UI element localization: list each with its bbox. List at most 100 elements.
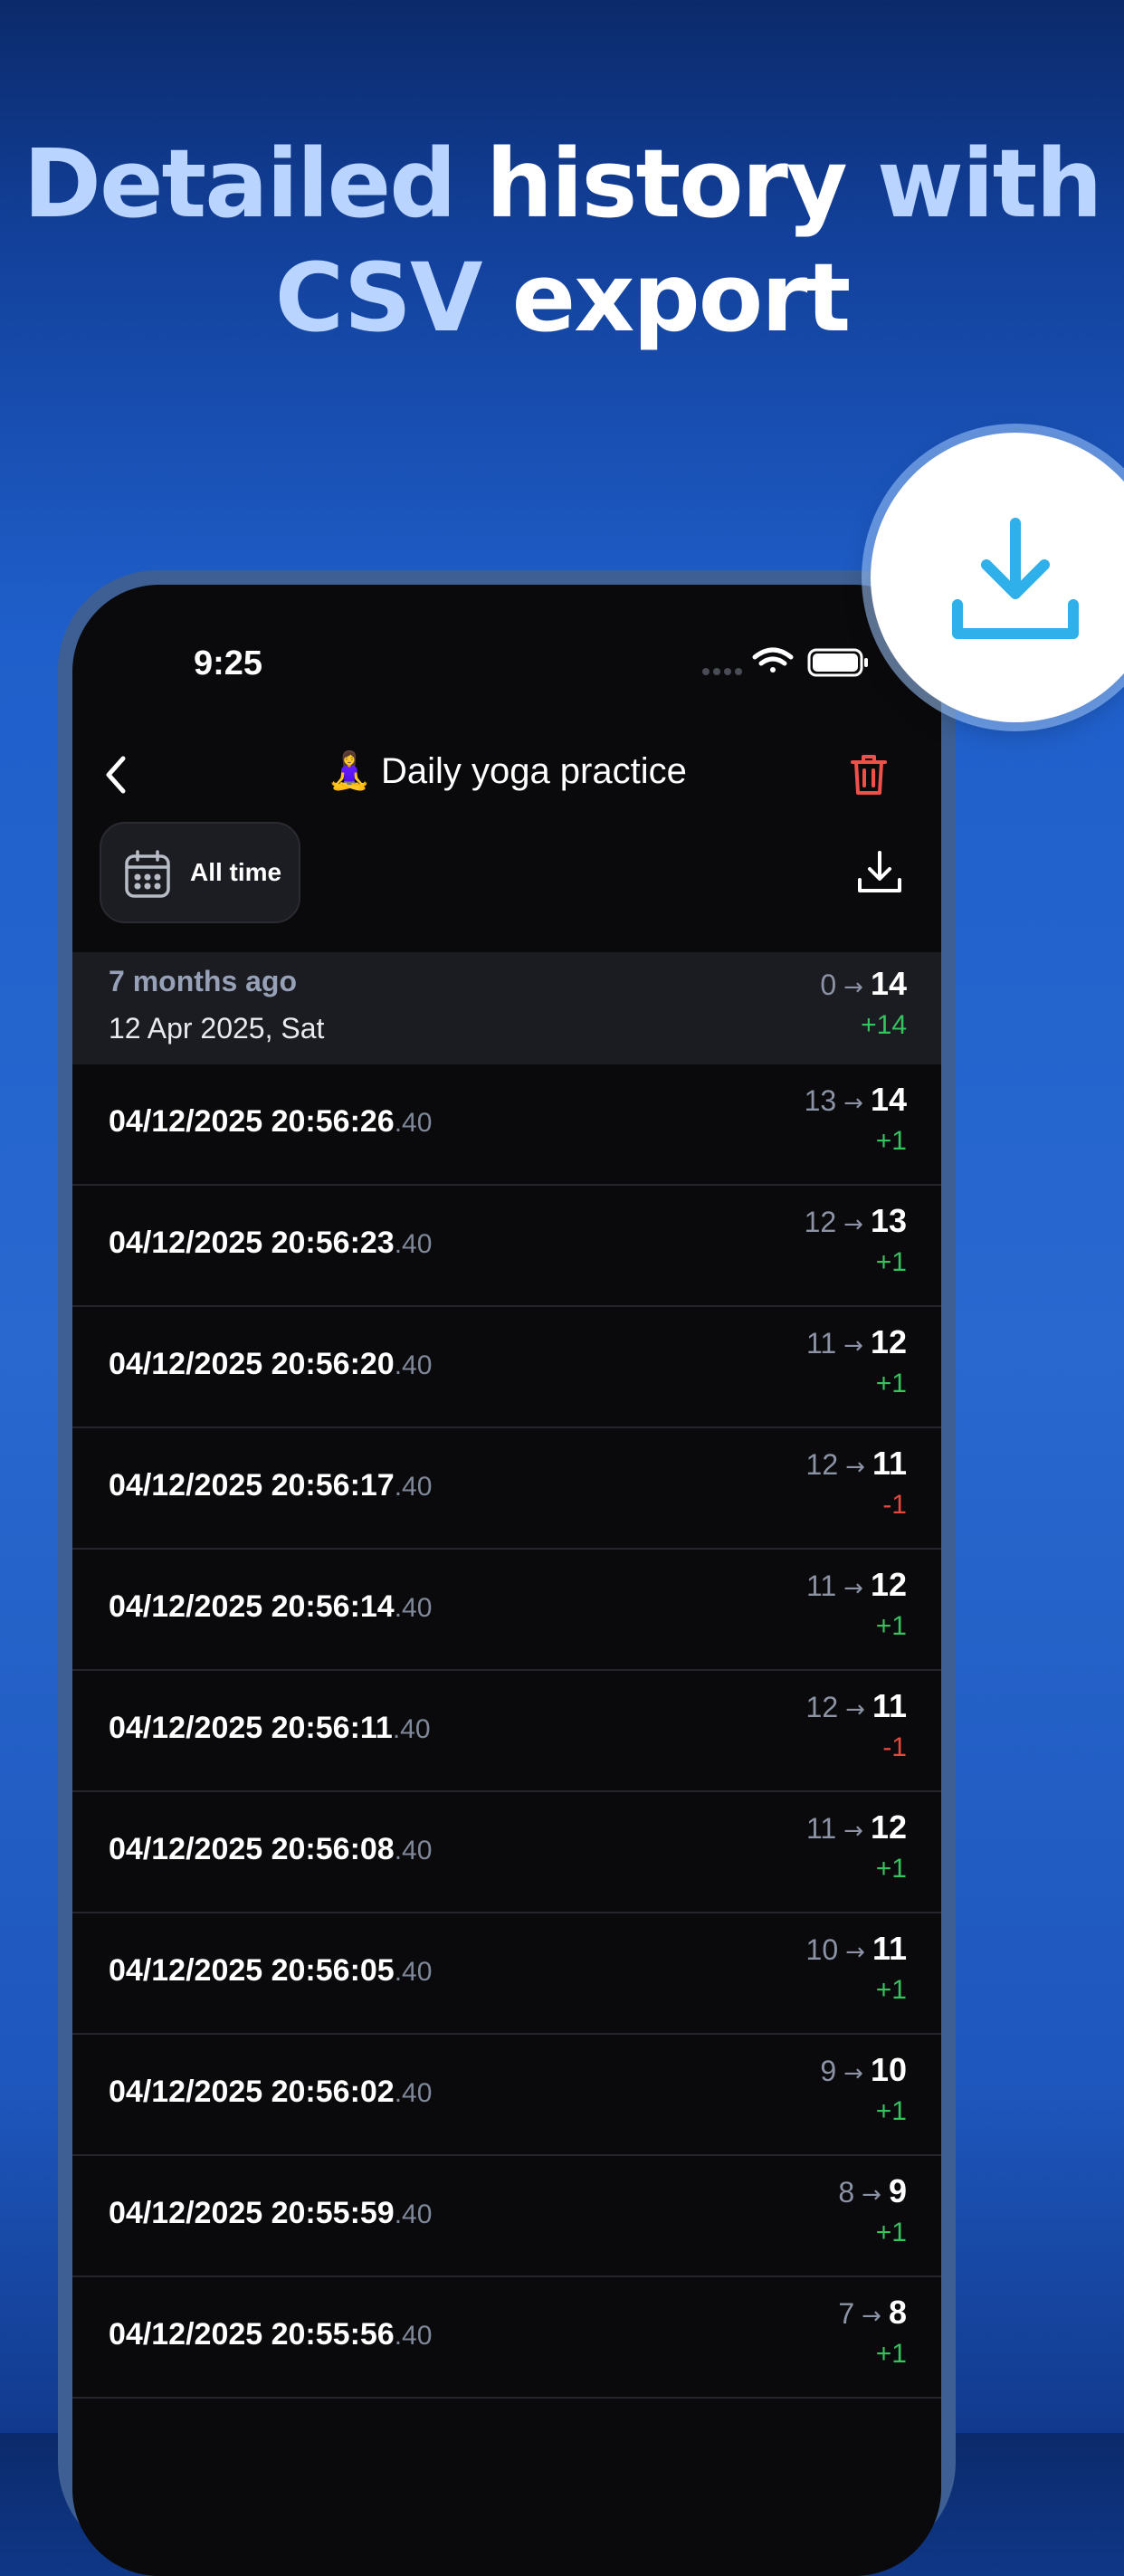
headline-text: Detailed — [23, 129, 486, 239]
delta-value: +1 — [875, 2096, 907, 2126]
export-csv-button[interactable] — [853, 845, 907, 900]
headline-line-2: CSV export — [0, 241, 1124, 355]
marketing-headline: Detailed history with CSV export — [0, 127, 1124, 355]
headline-text: export — [481, 243, 852, 353]
from-value: 10 — [805, 1933, 839, 1966]
timestamp-fraction: .40 — [394, 2321, 433, 2351]
delta-value: +1 — [875, 1247, 907, 1277]
app-screen: 9:25 🧘‍♀️Daily yoga — [72, 585, 941, 2576]
entry-change: 9 → 10 +1 — [820, 2051, 907, 2127]
entry-timestamp: 04/12/2025 20:56:20.40 — [109, 1347, 432, 1382]
entry-change: 11 → 12 +1 — [806, 1566, 907, 1642]
entry-timestamp: 04/12/2025 20:56:11.40 — [109, 1711, 431, 1746]
timestamp-main: 04/12/2025 20:56:05 — [109, 1953, 395, 1988]
history-row[interactable]: 04/12/2025 20:55:59.40 8 → 9 +1 — [72, 2156, 941, 2277]
entry-change: 12 → 11 -1 — [806, 1687, 907, 1763]
date-range-button[interactable]: All time — [100, 822, 300, 923]
to-value: 8 — [888, 2294, 907, 2331]
to-value: 11 — [872, 1930, 907, 1967]
from-value: 11 — [805, 1327, 837, 1360]
history-row[interactable]: 04/12/2025 20:56:20.40 11 → 12 +1 — [72, 1307, 941, 1428]
entry-change: 8 → 9 +1 — [838, 2172, 907, 2248]
delta-value: -1 — [882, 1732, 907, 1762]
history-row[interactable]: 04/12/2025 20:56:14.40 11 → 12 +1 — [72, 1550, 941, 1671]
history-row[interactable]: 04/12/2025 20:56:02.40 9 → 10 +1 — [72, 2035, 941, 2156]
entry-change: 12 → 11 -1 — [806, 1445, 907, 1521]
from-value: 13 — [804, 1084, 837, 1117]
to-value: 14 — [870, 1081, 907, 1118]
delta-value: +1 — [875, 1126, 907, 1156]
date-range-label: All time — [190, 858, 282, 886]
entry-timestamp: 04/12/2025 20:55:59.40 — [109, 2196, 432, 2231]
history-row[interactable]: 04/12/2025 20:56:08.40 11 → 12 +1 — [72, 1792, 941, 1913]
delete-button[interactable] — [842, 748, 896, 802]
from-value: 8 — [838, 2176, 855, 2209]
timestamp-fraction: .40 — [394, 1836, 433, 1865]
group-date: 12 Apr 2025, Sat — [109, 1012, 325, 1045]
entry-timestamp: 04/12/2025 20:56:02.40 — [109, 2075, 432, 2110]
history-group-header: 7 months ago 12 Apr 2025, Sat 0 → 14 +14 — [72, 952, 941, 1064]
from-value: 12 — [804, 1206, 837, 1238]
habit-emoji: 🧘‍♀️ — [327, 751, 372, 791]
timestamp-main: 04/12/2025 20:56:26 — [109, 1104, 395, 1139]
arrow-right-icon: → — [843, 1818, 863, 1845]
to-value: 14 — [870, 965, 907, 1002]
status-time: 9:25 — [194, 644, 263, 682]
download-icon — [858, 851, 901, 892]
from-value: 7 — [838, 2297, 855, 2330]
page-title: 🧘‍♀️ Daily yoga practice — [72, 749, 941, 792]
arrow-right-icon: → — [862, 2181, 881, 2209]
history-list: 04/12/2025 20:56:26.40 13 → 14 +1 04/12/2025 … — [72, 1064, 941, 2399]
delta-value: +1 — [875, 1369, 907, 1398]
delta-value: +14 — [861, 1010, 907, 1040]
delta-value: +1 — [875, 1611, 907, 1641]
entry-change: 12 → 13 +1 — [805, 1202, 907, 1278]
delta-value: -1 — [882, 1490, 907, 1520]
to-value: 9 — [888, 2172, 907, 2209]
to-value: 12 — [870, 1808, 907, 1846]
arrow-right-icon: → — [845, 1696, 865, 1723]
history-row[interactable]: 04/12/2025 20:56:23.40 12 → 13 +1 — [72, 1186, 941, 1307]
history-row[interactable]: 04/12/2025 20:56:11.40 12 → 11 -1 — [72, 1671, 941, 1792]
entry-change: 11 → 12 +1 — [806, 1323, 907, 1399]
from-value: 11 — [805, 1812, 837, 1845]
timestamp-fraction: .40 — [394, 1593, 433, 1623]
timestamp-main: 04/12/2025 20:55:56 — [109, 2317, 395, 2352]
page-title-text: Daily yoga practice — [380, 751, 687, 791]
timestamp-main: 04/12/2025 20:56:11 — [109, 1711, 393, 1745]
battery-icon — [807, 648, 868, 677]
history-row[interactable]: 04/12/2025 20:56:26.40 13 → 14 +1 — [72, 1064, 941, 1186]
entry-timestamp: 04/12/2025 20:56:26.40 — [109, 1104, 432, 1140]
delta-value: +1 — [875, 1975, 907, 2005]
headline-line-1: Detailed history with — [0, 127, 1124, 241]
arrow-right-icon: → — [845, 1454, 865, 1481]
timestamp-fraction: .40 — [394, 1957, 433, 1987]
arrow-right-icon: → — [843, 974, 863, 1001]
delta-value: +1 — [875, 2218, 907, 2247]
delta-value: +1 — [875, 1854, 907, 1884]
signal-icon — [702, 668, 742, 675]
arrow-right-icon: → — [843, 1090, 863, 1117]
entry-change: 10 → 11 +1 — [806, 1930, 907, 2006]
timestamp-fraction: .40 — [394, 1350, 433, 1380]
timestamp-fraction: .40 — [394, 1229, 433, 1259]
to-value: 10 — [870, 2051, 907, 2088]
trash-icon — [851, 755, 887, 795]
timestamp-fraction: .40 — [394, 1108, 433, 1138]
entry-timestamp: 04/12/2025 20:56:05.40 — [109, 1953, 432, 1989]
from-value: 11 — [805, 1569, 837, 1602]
history-row[interactable]: 04/12/2025 20:56:05.40 10 → 11 +1 — [72, 1913, 941, 2035]
to-value: 11 — [872, 1445, 907, 1482]
timestamp-main: 04/12/2025 20:56:14 — [109, 1589, 395, 1624]
download-icon — [952, 518, 1079, 639]
history-row[interactable]: 04/12/2025 20:55:56.40 7 → 8 +1 — [72, 2277, 941, 2399]
from-value: 12 — [805, 1691, 839, 1723]
arrow-right-icon: → — [845, 1939, 865, 1966]
timestamp-main: 04/12/2025 20:56:20 — [109, 1347, 395, 1381]
history-row[interactable]: 04/12/2025 20:56:17.40 12 → 11 -1 — [72, 1428, 941, 1550]
arrow-right-icon: → — [862, 2303, 881, 2330]
arrow-right-icon: → — [843, 1211, 863, 1238]
headline-text: CSV — [274, 243, 483, 353]
entry-change: 13 → 14 +1 — [805, 1081, 907, 1157]
navigation-bar: 🧘‍♀️ Daily yoga practice — [72, 730, 941, 816]
